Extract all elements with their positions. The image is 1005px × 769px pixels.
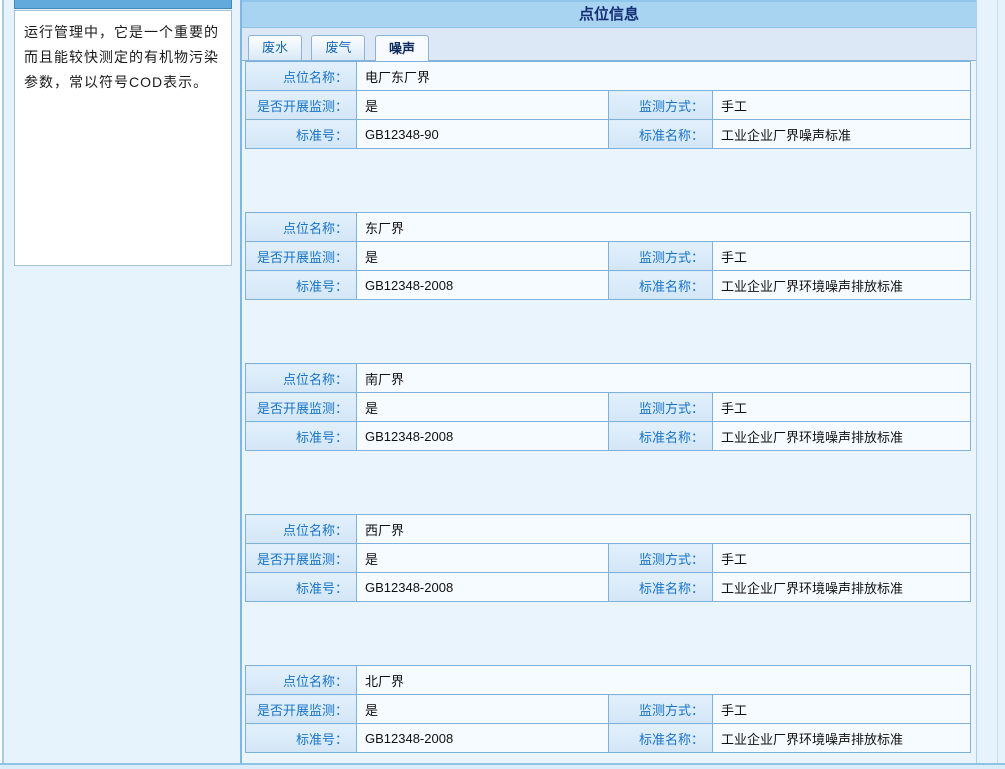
standard-no-value: GB12348-2008 bbox=[357, 271, 609, 300]
method-label: 监测方式： bbox=[609, 91, 713, 120]
record-table-3: 点位名称： 南厂界 是否开展监测： 是 监测方式： 手工 标准号： GB1234… bbox=[245, 363, 971, 451]
standard-no-value: GB12348-2008 bbox=[357, 422, 609, 451]
record-table-5: 点位名称： 北厂界 是否开展监测： 是 监测方式： 手工 标准号： GB1234… bbox=[245, 665, 971, 753]
monitoring-label: 是否开展监测： bbox=[246, 695, 357, 724]
method-label: 监测方式： bbox=[609, 242, 713, 271]
page-root: { "sidebar": { "note_text": "运行管理中，它是一个重… bbox=[0, 0, 1005, 769]
standard-name-value: 工业企业厂界环境噪声排放标准 bbox=[713, 271, 971, 300]
standard-name-label: 标准名称： bbox=[609, 724, 713, 753]
point-name-value: 东厂界 bbox=[357, 213, 971, 242]
monitoring-value: 是 bbox=[357, 544, 609, 573]
sidebar-note-text: 运行管理中，它是一个重要的而且能较快测定的有机物污染参数，常以符号COD表示。 bbox=[24, 24, 219, 90]
tab-wastewater[interactable]: 废水 bbox=[248, 35, 302, 60]
point-name-label: 点位名称： bbox=[246, 62, 357, 91]
monitoring-label: 是否开展监测： bbox=[246, 242, 357, 271]
standard-name-label: 标准名称： bbox=[609, 422, 713, 451]
standard-no-label: 标准号： bbox=[246, 120, 357, 149]
standard-name-label: 标准名称： bbox=[609, 120, 713, 149]
page-bottom-strip bbox=[0, 765, 1005, 769]
standard-no-value: GB12348-2008 bbox=[357, 573, 609, 602]
page-left-divider bbox=[2, 0, 4, 769]
method-value: 手工 bbox=[713, 242, 971, 271]
monitoring-value: 是 bbox=[357, 695, 609, 724]
standard-no-label: 标准号： bbox=[246, 422, 357, 451]
record-gap bbox=[245, 451, 976, 514]
sidebar-note-panel: 运行管理中，它是一个重要的而且能较快测定的有机物污染参数，常以符号COD表示。 bbox=[14, 10, 232, 266]
record-table-4: 点位名称： 西厂界 是否开展监测： 是 监测方式： 手工 标准号： GB1234… bbox=[245, 514, 971, 602]
point-name-value: 南厂界 bbox=[357, 364, 971, 393]
record-gap bbox=[245, 602, 976, 665]
record-gap bbox=[245, 300, 976, 363]
monitoring-value: 是 bbox=[357, 91, 609, 120]
standard-no-label: 标准号： bbox=[246, 271, 357, 300]
tab-bar: 废水 废气 噪声 bbox=[242, 28, 976, 61]
record-gap bbox=[245, 149, 976, 212]
point-name-value: 电厂东厂界 bbox=[357, 62, 971, 91]
panel-title: 点位信息 bbox=[242, 0, 976, 28]
record-table-2: 点位名称： 东厂界 是否开展监测： 是 监测方式： 手工 标准号： GB1234… bbox=[245, 212, 971, 300]
standard-name-value: 工业企业厂界环境噪声排放标准 bbox=[713, 422, 971, 451]
method-value: 手工 bbox=[713, 91, 971, 120]
point-name-label: 点位名称： bbox=[246, 364, 357, 393]
monitoring-value: 是 bbox=[357, 393, 609, 422]
record-table-1: 点位名称： 电厂东厂界 是否开展监测： 是 监测方式： 手工 标准号： GB12… bbox=[245, 61, 971, 149]
point-name-label: 点位名称： bbox=[246, 515, 357, 544]
monitoring-label: 是否开展监测： bbox=[246, 91, 357, 120]
standard-no-value: GB12348-90 bbox=[357, 120, 609, 149]
standard-name-label: 标准名称： bbox=[609, 573, 713, 602]
method-value: 手工 bbox=[713, 544, 971, 573]
method-label: 监测方式： bbox=[609, 544, 713, 573]
point-info-panel: 点位信息 废水 废气 噪声 点位名称： 电厂东厂界 是否开展监测： 是 监测方式… bbox=[240, 0, 977, 763]
records-area: 点位名称： 电厂东厂界 是否开展监测： 是 监测方式： 手工 标准号： GB12… bbox=[242, 61, 976, 753]
method-value: 手工 bbox=[713, 695, 971, 724]
point-name-value: 北厂界 bbox=[357, 666, 971, 695]
sidebar-header-bar bbox=[14, 0, 232, 9]
tab-noise[interactable]: 噪声 bbox=[375, 35, 429, 61]
monitoring-label: 是否开展监测： bbox=[246, 393, 357, 422]
point-name-label: 点位名称： bbox=[246, 666, 357, 695]
standard-name-label: 标准名称： bbox=[609, 271, 713, 300]
standard-no-label: 标准号： bbox=[246, 724, 357, 753]
standard-name-value: 工业企业厂界噪声标准 bbox=[713, 120, 971, 149]
monitoring-value: 是 bbox=[357, 242, 609, 271]
page-right-divider bbox=[997, 0, 998, 763]
standard-name-value: 工业企业厂界环境噪声排放标准 bbox=[713, 724, 971, 753]
standard-name-value: 工业企业厂界环境噪声排放标准 bbox=[713, 573, 971, 602]
sidebar: 运行管理中，它是一个重要的而且能较快测定的有机物污染参数，常以符号COD表示。 bbox=[14, 0, 232, 266]
method-label: 监测方式： bbox=[609, 695, 713, 724]
method-value: 手工 bbox=[713, 393, 971, 422]
point-name-label: 点位名称： bbox=[246, 213, 357, 242]
tab-wastegas[interactable]: 废气 bbox=[311, 35, 365, 60]
point-name-value: 西厂界 bbox=[357, 515, 971, 544]
method-label: 监测方式： bbox=[609, 393, 713, 422]
standard-no-value: GB12348-2008 bbox=[357, 724, 609, 753]
standard-no-label: 标准号： bbox=[246, 573, 357, 602]
monitoring-label: 是否开展监测： bbox=[246, 544, 357, 573]
